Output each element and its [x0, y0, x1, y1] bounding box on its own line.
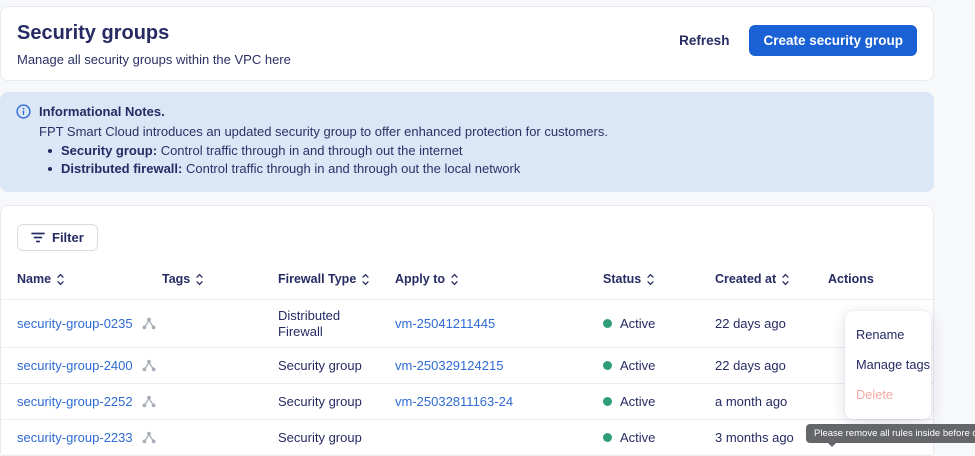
- table-header-row: Name Tags Firewall Type Apply to Status …: [1, 259, 933, 300]
- name-cell: security-group-2400: [1, 358, 162, 373]
- refresh-button[interactable]: Refresh: [677, 27, 731, 54]
- status-dot-icon: [603, 397, 612, 406]
- page-subtitle: Manage all security groups within the VP…: [17, 52, 291, 67]
- hierarchy-icon[interactable]: [142, 431, 156, 444]
- status-cell: Active: [603, 316, 715, 331]
- column-label: Status: [603, 272, 641, 286]
- created-at-cell: a month ago: [715, 394, 828, 409]
- page-header-text: Security groups Manage all security grou…: [17, 21, 291, 67]
- firewall-type-cell: Security group: [278, 358, 395, 374]
- bullet-term: Security group:: [61, 143, 157, 158]
- bullet-term: Distributed firewall:: [61, 161, 182, 176]
- column-label: Apply to: [395, 272, 445, 286]
- info-banner: Informational Notes. FPT Smart Cloud int…: [0, 92, 934, 192]
- column-header-status[interactable]: Status: [603, 272, 715, 286]
- banner-bullet-distributed-firewall: Distributed firewall: Control traffic th…: [39, 161, 918, 176]
- column-header-actions: Actions: [828, 272, 933, 286]
- vm-link[interactable]: vm-25041211445: [395, 316, 495, 331]
- apply-to-cell: vm-250329124215: [395, 358, 603, 373]
- column-header-firewall-type[interactable]: Firewall Type: [278, 272, 395, 286]
- vm-link[interactable]: vm-25032811163-24: [395, 394, 513, 409]
- sort-icon[interactable]: [361, 273, 370, 286]
- column-label: Name: [17, 272, 51, 286]
- column-label: Firewall Type: [278, 272, 356, 286]
- status-dot-icon: [603, 433, 612, 442]
- tooltip-caret: [827, 442, 837, 447]
- status-badge: Active: [620, 316, 655, 331]
- create-security-group-button[interactable]: Create security group: [749, 25, 917, 56]
- security-groups-table-card: Filter Name Tags Firewall Type Apply to …: [0, 205, 934, 454]
- banner-title: Informational Notes.: [39, 104, 165, 119]
- firewall-type-cell: Distributed Firewall: [278, 308, 395, 340]
- menu-item-delete: Delete: [845, 380, 931, 410]
- banner-intro: FPT Smart Cloud introduces an updated se…: [39, 124, 918, 139]
- filter-button-label: Filter: [52, 230, 84, 245]
- menu-item-rename[interactable]: Rename: [845, 320, 931, 350]
- info-icon: [16, 104, 31, 119]
- apply-to-cell: vm-25041211445: [395, 316, 603, 331]
- sort-icon[interactable]: [56, 273, 65, 286]
- status-dot-icon: [603, 361, 612, 370]
- bullet-desc: Control traffic through in and through o…: [182, 161, 520, 176]
- security-group-link[interactable]: security-group-2252: [17, 394, 133, 409]
- firewall-type-cell: Security group: [278, 430, 395, 446]
- sort-icon[interactable]: [195, 273, 204, 286]
- column-header-tags[interactable]: Tags: [162, 272, 278, 286]
- column-label: Created at: [715, 272, 776, 286]
- hierarchy-icon[interactable]: [142, 317, 156, 330]
- hierarchy-icon[interactable]: [142, 359, 156, 372]
- vm-link[interactable]: vm-250329124215: [395, 358, 503, 373]
- table-body: security-group-0235 Distributed Firewall…: [1, 300, 933, 456]
- name-cell: security-group-0235: [1, 316, 162, 331]
- bullet-dot: [48, 167, 52, 171]
- table-row: security-group-2252 Security group vm-25…: [1, 384, 933, 420]
- table-row: security-group-2233 Security group Activ…: [1, 420, 933, 456]
- bullet-dot: [48, 149, 52, 153]
- page-title: Security groups: [17, 21, 291, 45]
- sort-icon[interactable]: [781, 273, 790, 286]
- status-badge: Active: [620, 430, 655, 445]
- security-group-link[interactable]: security-group-2400: [17, 358, 133, 373]
- banner-bullet-list: Security group: Control traffic through …: [39, 143, 918, 176]
- status-cell: Active: [603, 358, 715, 373]
- delete-disabled-tooltip: Please remove all rules inside before de…: [806, 424, 975, 443]
- menu-item-manage-tags[interactable]: Manage tags: [845, 350, 931, 380]
- table-row: security-group-0235 Distributed Firewall…: [1, 300, 933, 348]
- firewall-type-cell: Security group: [278, 394, 395, 410]
- page-header: Security groups Manage all security grou…: [0, 6, 934, 81]
- created-at-cell: 22 days ago: [715, 358, 828, 373]
- filter-icon: [31, 232, 45, 243]
- table-row: security-group-2400 Security group vm-25…: [1, 348, 933, 384]
- security-group-link[interactable]: security-group-2233: [17, 430, 133, 445]
- security-group-link[interactable]: security-group-0235: [17, 316, 133, 331]
- row-actions-menu: Rename Manage tags Delete: [845, 311, 931, 419]
- header-actions: Refresh Create security group: [677, 25, 917, 56]
- column-header-apply-to[interactable]: Apply to: [395, 272, 603, 286]
- created-at-cell: 22 days ago: [715, 316, 828, 331]
- status-badge: Active: [620, 358, 655, 373]
- bullet-desc: Control traffic through in and through o…: [157, 143, 462, 158]
- status-badge: Active: [620, 394, 655, 409]
- column-header-created-at[interactable]: Created at: [715, 272, 828, 286]
- apply-to-cell: vm-25032811163-24: [395, 394, 603, 409]
- status-dot-icon: [603, 319, 612, 328]
- column-label: Tags: [162, 272, 190, 286]
- banner-bullet-security-group: Security group: Control traffic through …: [39, 143, 918, 158]
- hierarchy-icon[interactable]: [142, 395, 156, 408]
- name-cell: security-group-2252: [1, 394, 162, 409]
- column-header-name[interactable]: Name: [1, 272, 162, 286]
- status-cell: Active: [603, 430, 715, 445]
- sort-icon[interactable]: [646, 273, 655, 286]
- filter-button[interactable]: Filter: [17, 224, 98, 251]
- status-cell: Active: [603, 394, 715, 409]
- sort-icon[interactable]: [450, 273, 459, 286]
- name-cell: security-group-2233: [1, 430, 162, 445]
- column-label: Actions: [828, 272, 874, 286]
